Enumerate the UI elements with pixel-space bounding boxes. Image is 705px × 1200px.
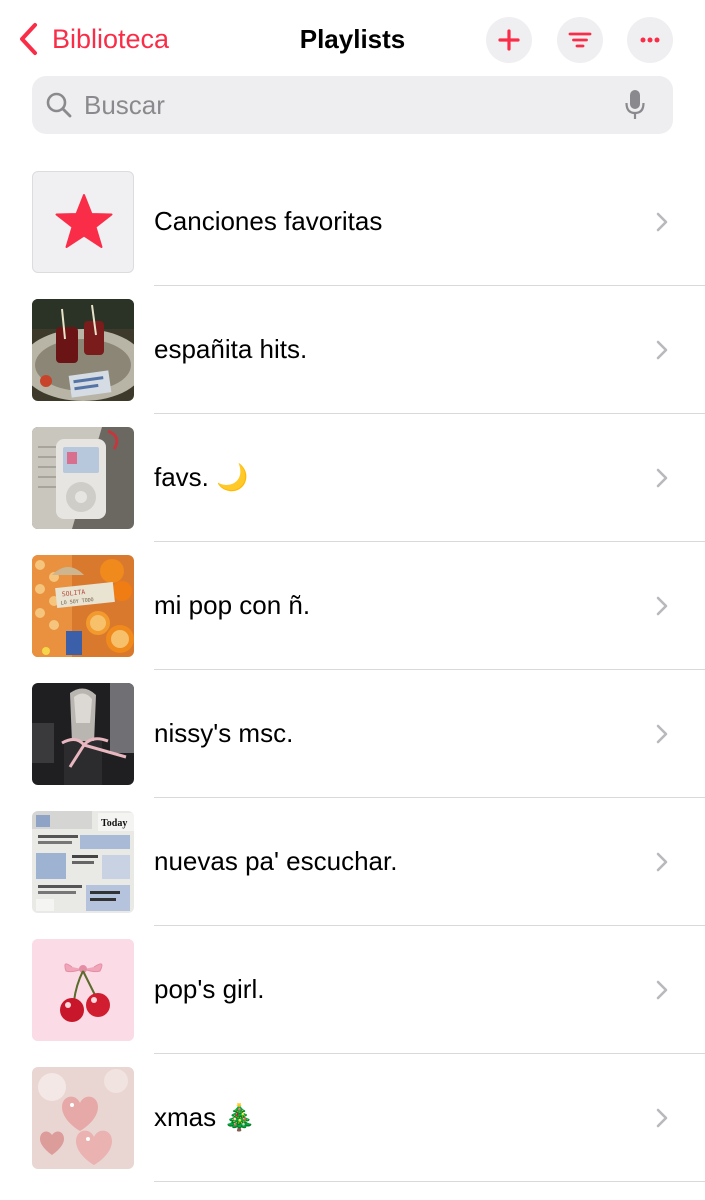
row-separator bbox=[154, 1181, 705, 1182]
oranges-collage: SOLITA LO SOY TODO bbox=[32, 555, 134, 657]
search-bar[interactable] bbox=[32, 76, 673, 134]
list-item[interactable]: Canciones favoritas bbox=[0, 158, 705, 286]
magnifier-icon bbox=[46, 92, 72, 118]
star-icon bbox=[55, 194, 113, 248]
chevron-right-icon bbox=[656, 980, 668, 1000]
playlist-title: españita hits. bbox=[154, 334, 308, 364]
list-item[interactable]: Today nuevas pa' escuchar. bbox=[0, 798, 705, 926]
newspaper-word: Today bbox=[101, 818, 127, 829]
drinks-photo bbox=[32, 299, 134, 401]
microphone-icon[interactable] bbox=[624, 88, 646, 122]
chevron-right-icon bbox=[656, 468, 668, 488]
newspaper-collage: Today bbox=[32, 811, 134, 913]
playlist-artwork-newspaper: Today bbox=[32, 811, 134, 913]
search-input[interactable] bbox=[82, 88, 606, 122]
chevron-right-icon bbox=[656, 852, 668, 872]
list-item[interactable]: xmas 🎄 bbox=[0, 1054, 705, 1182]
chevron-right-icon bbox=[656, 212, 668, 232]
nav-header: Biblioteca Playlists bbox=[0, 0, 705, 76]
playlist-artwork-cherries bbox=[32, 939, 134, 1041]
playlist-artwork-gearshift bbox=[32, 683, 134, 785]
playlist-title: nissy's msc. bbox=[154, 718, 294, 748]
hearts-photo bbox=[32, 1067, 134, 1169]
ellipsis-icon bbox=[640, 37, 660, 43]
list-item[interactable]: favs. 🌙 bbox=[0, 414, 705, 542]
chevron-right-icon bbox=[656, 724, 668, 744]
playlist-artwork-drinks bbox=[32, 299, 134, 401]
cherries-icon bbox=[32, 939, 134, 1041]
sort-lines-icon bbox=[568, 32, 592, 48]
chevron-right-icon bbox=[656, 340, 668, 360]
list-item[interactable]: SOLITA LO SOY TODO mi pop con ñ. bbox=[0, 542, 705, 670]
gearshift-photo bbox=[32, 683, 134, 785]
back-label: Biblioteca bbox=[52, 23, 170, 54]
sort-button[interactable] bbox=[557, 17, 603, 63]
favorites-artwork bbox=[32, 171, 134, 273]
list-item[interactable]: pop's girl. bbox=[0, 926, 705, 1054]
chevron-left-icon bbox=[20, 23, 37, 55]
more-button[interactable] bbox=[627, 17, 673, 63]
add-playlist-button[interactable] bbox=[486, 17, 532, 63]
list-item[interactable]: españita hits. bbox=[0, 286, 705, 414]
playlist-title: Canciones favoritas bbox=[154, 206, 383, 236]
playlist-artwork-hearts bbox=[32, 1067, 134, 1169]
back-button[interactable]: Biblioteca bbox=[18, 22, 169, 56]
playlist-title: xmas 🎄 bbox=[154, 1102, 256, 1132]
playlist-title: pop's girl. bbox=[154, 974, 265, 1004]
list-item[interactable]: nissy's msc. bbox=[0, 670, 705, 798]
playlist-title: mi pop con ñ. bbox=[154, 590, 311, 620]
playlist-artwork-ipod bbox=[32, 427, 134, 529]
ipod-photo bbox=[32, 427, 134, 529]
playlist-artwork-oranges: SOLITA LO SOY TODO bbox=[32, 555, 134, 657]
playlist-title: favs. 🌙 bbox=[154, 462, 249, 492]
plus-icon bbox=[498, 29, 520, 51]
playlist-title: nuevas pa' escuchar. bbox=[154, 846, 398, 876]
playlist-list: Canciones favoritas españita hits. favs.… bbox=[0, 158, 705, 1182]
chevron-right-icon bbox=[656, 596, 668, 616]
chevron-right-icon bbox=[656, 1108, 668, 1128]
